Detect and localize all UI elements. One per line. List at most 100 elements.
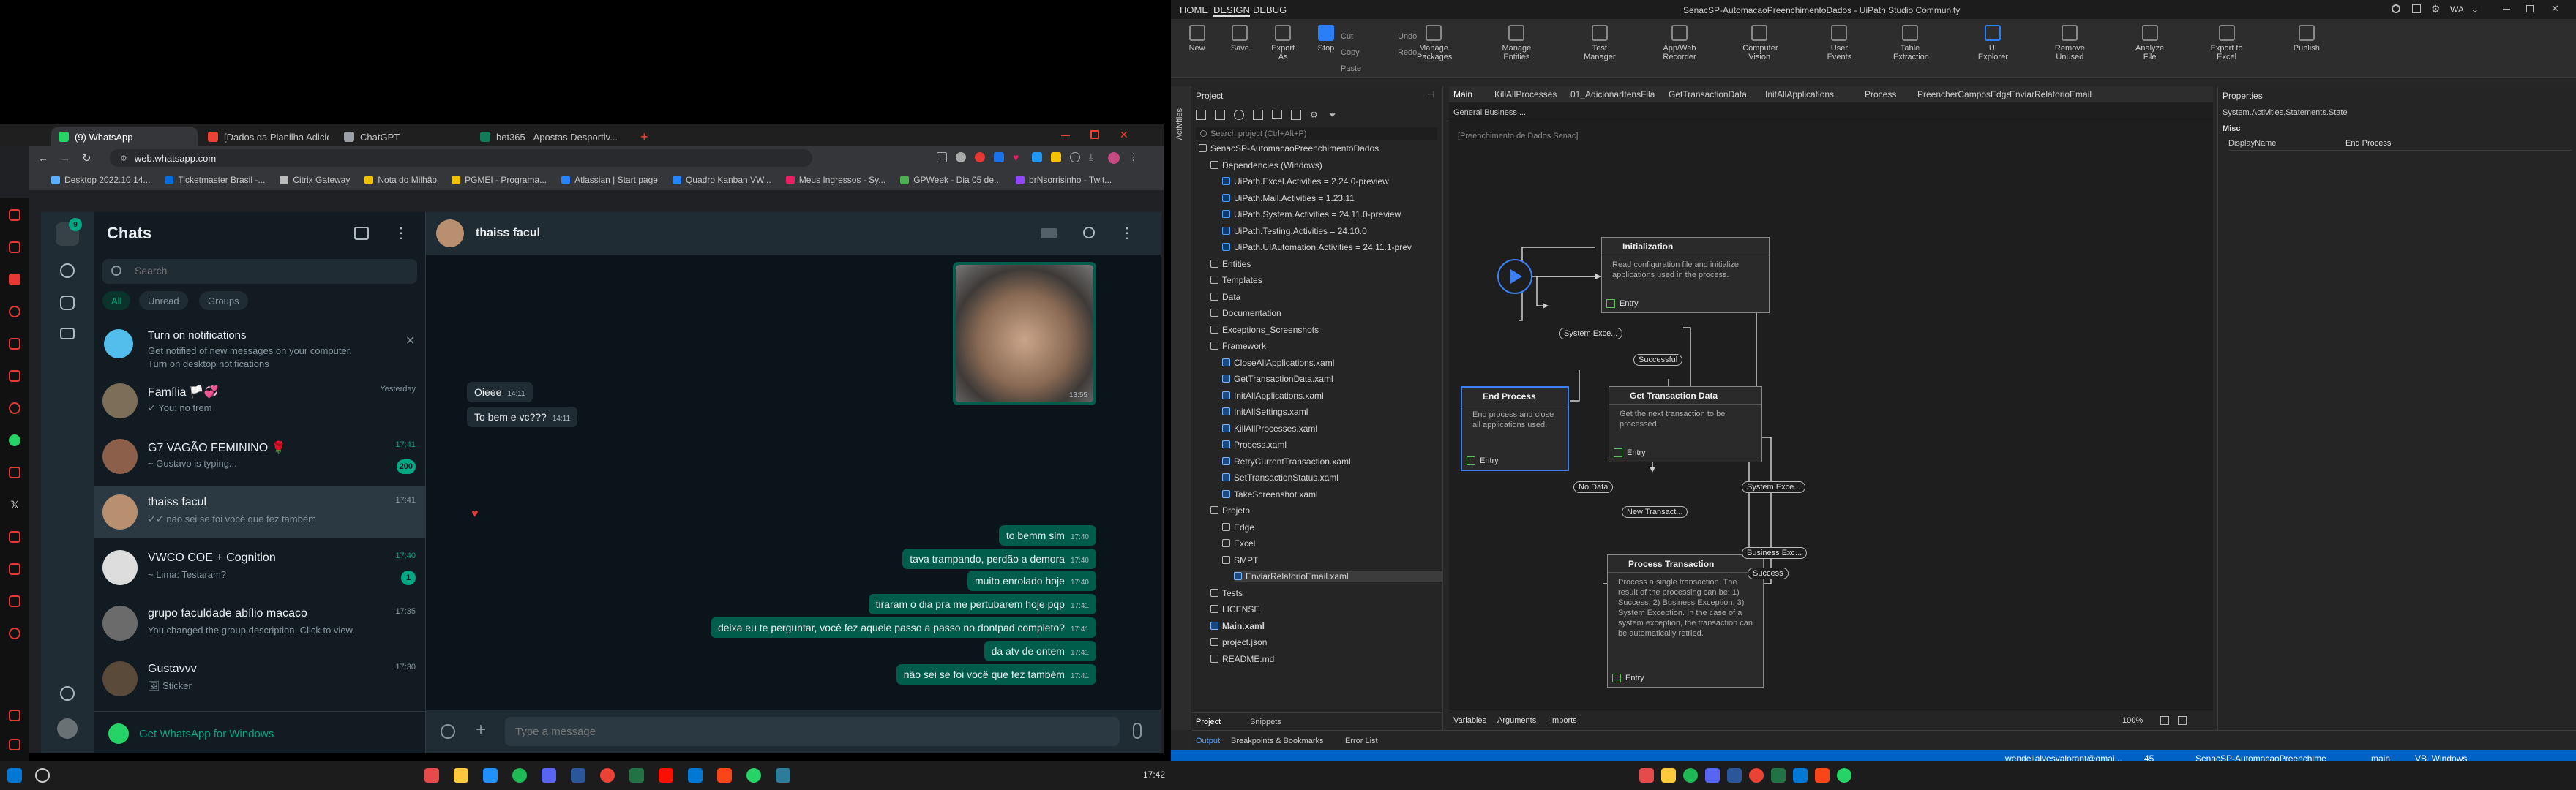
message-bubble[interactable]: da atv de ontem 17:41 <box>984 641 1096 661</box>
collapse-icon[interactable] <box>1196 110 1206 120</box>
ribbon-button[interactable]: Export to Excel <box>2210 25 2244 61</box>
ribbon-button[interactable]: App/Web Recorder <box>1663 25 1696 61</box>
contact-name[interactable]: thaiss facul <box>476 227 540 240</box>
tab-imports[interactable]: Imports <box>1550 716 1577 725</box>
tree-item[interactable]: Templates <box>1210 275 1262 285</box>
spotify-icon[interactable] <box>512 768 527 783</box>
notification-link[interactable]: Turn on desktop notifications <box>148 358 269 369</box>
tree-item[interactable]: SenacSP-AutomacaoPreenchimentoDados <box>1199 143 1379 154</box>
message-bubble[interactable]: deixa eu te perguntar, você fez aquele p… <box>710 617 1096 638</box>
tree-item[interactable]: Main.xaml <box>1210 621 1265 631</box>
tree-item[interactable]: UiPath.Mail.Activities = 1.23.11 <box>1222 193 1355 203</box>
tree-item[interactable]: SetTransactionStatus.xaml <box>1222 473 1338 483</box>
bookmark-item[interactable]: Desktop 2022.10.14... <box>51 175 150 185</box>
tab-output[interactable]: Output <box>1196 737 1220 745</box>
tree-item[interactable]: RetryCurrentTransaction.xaml <box>1222 456 1351 467</box>
transition-no-data[interactable]: No Data <box>1573 481 1614 493</box>
discord-icon[interactable] <box>542 768 556 783</box>
tree-item[interactable]: SMPT <box>1222 555 1258 565</box>
uipath-icon[interactable] <box>717 768 732 783</box>
chrome-icon[interactable] <box>600 768 615 783</box>
reload-icon[interactable]: ↻ <box>82 151 91 165</box>
tree-item[interactable]: Dependencies (Windows) <box>1210 160 1322 170</box>
tab-bet365[interactable]: bet365 - Apostas Desportiv... <box>473 127 619 146</box>
file-icon[interactable] <box>1291 110 1301 120</box>
taskbar-app-icon[interactable] <box>424 768 439 783</box>
ribbon-button[interactable]: Stop <box>1309 25 1343 53</box>
sidebar-app-icon[interactable] <box>9 241 20 253</box>
channels-icon[interactable] <box>60 296 75 310</box>
ribbon-small-button[interactable]: Cut <box>1341 32 1353 41</box>
menu-icon[interactable]: ⋮ <box>1128 152 1139 162</box>
bookmark-item[interactable]: Nota do Milhão <box>364 175 437 185</box>
sync-icon[interactable] <box>1253 110 1263 120</box>
emoji-icon[interactable] <box>441 724 455 739</box>
ribbon-button[interactable]: Analyze File <box>2133 25 2167 61</box>
chevron-down-icon[interactable]: ⌄ <box>2471 3 2479 15</box>
tree-item[interactable]: project.json <box>1210 637 1267 647</box>
sidebar-app-icon[interactable] <box>9 739 20 750</box>
tree-item[interactable]: Exceptions_Screenshots <box>1210 325 1319 335</box>
message-bubble[interactable]: Oieee 14:11 <box>467 382 533 402</box>
tree-item[interactable]: Framework <box>1210 341 1266 351</box>
close-icon[interactable]: ✕ <box>2551 3 2559 15</box>
tree-item[interactable]: KillAllProcesses.xaml <box>1222 424 1317 434</box>
message-bubble[interactable]: to bemm sim 17:40 <box>998 525 1096 546</box>
menu-debug[interactable]: DEBUG <box>1253 4 1287 15</box>
chat-list-item[interactable]: Família 🏳️💞 ✓ You: no trem Yesterday <box>94 375 426 427</box>
tree-item[interactable]: Edge <box>1222 522 1254 533</box>
fit-to-screen-icon[interactable] <box>2160 716 2169 725</box>
tab-breakpoints[interactable]: Breakpoints & Bookmarks <box>1231 737 1324 745</box>
new-tab-button[interactable]: + <box>633 127 655 146</box>
communities-icon[interactable] <box>60 328 75 339</box>
ribbon-small-button[interactable]: Undo <box>1398 32 1417 41</box>
taskbar-app-icon[interactable] <box>659 768 673 783</box>
profile-avatar[interactable] <box>57 718 78 739</box>
bookmark-item[interactable]: Quadro Kanban VW... <box>672 175 771 185</box>
chat-list-item[interactable]: VWCO COE + Cognition ~ Lima: Testaram? 17:… <box>94 541 426 594</box>
attach-icon[interactable]: + <box>476 720 486 740</box>
word-icon[interactable] <box>571 768 585 783</box>
ribbon-small-button[interactable]: Redo <box>1398 48 1417 57</box>
tab-arguments[interactable]: Arguments <box>1497 716 1536 725</box>
tree-item[interactable]: Data <box>1210 292 1240 302</box>
discord-icon[interactable] <box>1705 768 1720 783</box>
new-chat-icon[interactable] <box>354 227 369 240</box>
bookmark-item[interactable]: Citrix Gateway <box>280 175 350 185</box>
tree-item[interactable]: Excel <box>1222 538 1255 549</box>
tree-item[interactable]: README.md <box>1210 654 1274 664</box>
sidebar-app-icon[interactable] <box>9 306 20 317</box>
sidebar-app-icon[interactable] <box>9 710 20 721</box>
ribbon-button[interactable]: Test Manager <box>1583 25 1617 61</box>
menu-icon[interactable]: ⋮ <box>394 224 408 242</box>
ribbon-button[interactable]: Publish <box>2290 25 2324 53</box>
tree-item[interactable]: GetTransactionData.xaml <box>1222 374 1333 384</box>
video-call-icon[interactable] <box>1041 228 1057 238</box>
file-explorer-icon[interactable] <box>1661 768 1676 783</box>
maximize-icon[interactable] <box>2526 5 2534 12</box>
extension-icon[interactable] <box>1051 152 1061 162</box>
settings-icon[interactable]: ⚙ <box>2431 3 2441 15</box>
whatsapp-icon[interactable] <box>1837 768 1852 783</box>
ribbon-button[interactable]: Manage Entities <box>1499 25 1533 61</box>
ribbon-button[interactable]: Export As <box>1266 25 1300 61</box>
url-field[interactable]: ⚙ web.whatsapp.com <box>110 149 812 167</box>
get-windows-link[interactable]: Get WhatsApp for Windows <box>139 728 274 740</box>
sidebar-app-icon[interactable] <box>9 563 20 575</box>
bookmark-item[interactable]: GPWeek - Dia 05 de... <box>900 175 1001 185</box>
tree-item[interactable]: TakeScreenshot.xaml <box>1222 489 1318 500</box>
menu-design[interactable]: DESIGN <box>1213 4 1250 17</box>
filter-all[interactable]: All <box>102 291 131 310</box>
properties-section[interactable]: Misc <box>2223 124 2240 133</box>
state-process-transaction[interactable]: Process Transaction Process a single tra… <box>1607 554 1764 688</box>
heart-icon[interactable]: ♥ <box>1013 152 1023 162</box>
forward-icon[interactable]: → <box>60 152 70 164</box>
file-explorer-icon[interactable] <box>454 768 468 783</box>
tab-whatsapp[interactable]: (9) WhatsApp <box>51 127 198 146</box>
message-bubble[interactable]: não sei se foi você que fez também 17:41 <box>896 664 1096 685</box>
filter-icon[interactable]: ⏷ <box>1329 110 1339 120</box>
ribbon-button[interactable]: Table Extraction <box>1893 25 1929 61</box>
edge-icon[interactable] <box>1793 768 1808 783</box>
refresh-icon[interactable] <box>1234 110 1244 120</box>
tab-variables[interactable]: Variables <box>1453 716 1486 725</box>
